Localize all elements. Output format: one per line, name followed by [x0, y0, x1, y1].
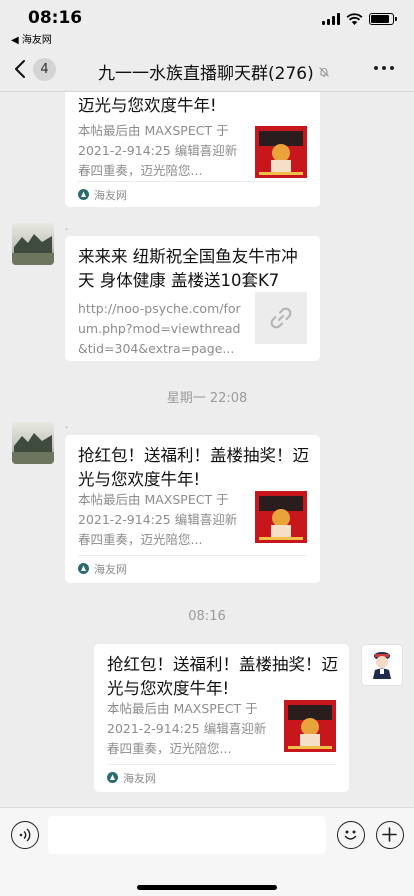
bell-slash-icon	[318, 63, 330, 82]
red-packet-thumbnail	[255, 491, 307, 543]
red-packet-thumbnail	[284, 700, 336, 752]
chat-messages[interactable]: 迈光与您欢度牛年! 本帖最后由 MAXSPECT 于 2021-2-914:25…	[0, 92, 414, 807]
chevron-left-icon[interactable]	[14, 56, 34, 82]
sender-name: .	[65, 418, 69, 431]
unread-count-badge[interactable]: 4	[33, 58, 56, 81]
card-description: http://noo-psyche.com/forum.php?mod=view…	[78, 301, 241, 356]
link-icon	[255, 292, 307, 344]
status-bar: 08:16 ◀ 海友网	[0, 0, 414, 46]
card-title: 抢红包！送福利！盖楼抽奖！迈光与您欢度牛年!	[78, 446, 309, 489]
chat-title: 九一一水族直播聊天群(276)	[98, 64, 314, 84]
source-logo-icon	[78, 563, 89, 574]
card-source: 海友网	[78, 555, 307, 581]
link-card-message[interactable]: 迈光与您欢度牛年! 本帖最后由 MAXSPECT 于 2021-2-914:25…	[65, 92, 320, 207]
link-card-message[interactable]: 来来来 纽斯祝全国鱼友牛市冲天 身体健康 盖楼送10套K7 http://noo…	[65, 236, 320, 361]
plus-icon[interactable]	[376, 821, 404, 849]
timestamp: 星期一 22:08	[166, 391, 248, 406]
source-name: 海友网	[123, 771, 156, 785]
message-input-bar	[0, 807, 414, 896]
status-icons	[322, 13, 397, 25]
card-description: 本帖最后由 MAXSPECT 于 2021-2-914:25 编辑喜迎新春四重奏…	[78, 492, 238, 547]
card-title: 迈光与您欢度牛年!	[78, 96, 217, 115]
link-card-message[interactable]: 抢红包！送福利！盖楼抽奖！迈光与您欢度牛年! 本帖最后由 MAXSPECT 于 …	[94, 644, 349, 792]
link-card-message[interactable]: 抢红包！送福利！盖楼抽奖！迈光与您欢度牛年! 本帖最后由 MAXSPECT 于 …	[65, 435, 320, 583]
card-source: 海友网	[78, 181, 307, 207]
avatar[interactable]	[361, 644, 403, 686]
card-description: 本帖最后由 MAXSPECT 于 2021-2-914:25 编辑喜迎新春四重奏…	[107, 701, 267, 756]
avatar[interactable]	[12, 422, 54, 464]
battery-level	[371, 15, 389, 23]
card-title: 抢红包！送福利！盖楼抽奖！迈光与您欢度牛年!	[107, 655, 338, 698]
card-source: 海友网	[107, 764, 336, 790]
battery-icon	[369, 13, 397, 25]
card-title: 来来来 纽斯祝全国鱼友牛市冲天 身体健康 盖楼送10套K7	[78, 247, 298, 290]
ellipsis-icon[interactable]	[374, 66, 394, 70]
sender-name: .	[65, 220, 69, 233]
message-input[interactable]	[48, 816, 326, 854]
chat-header: 4 九一一水族直播聊天群(276)	[0, 46, 414, 92]
emoji-icon[interactable]	[337, 821, 365, 849]
wifi-icon	[346, 13, 363, 25]
card-description: 本帖最后由 MAXSPECT 于 2021-2-914:25 编辑喜迎新春四重奏…	[78, 123, 238, 178]
home-indicator	[137, 885, 277, 890]
signal-icon	[322, 13, 340, 25]
back-to-app-link[interactable]: ◀ 海友网	[11, 31, 52, 46]
red-packet-thumbnail	[255, 126, 307, 178]
source-logo-icon	[107, 772, 118, 783]
source-name: 海友网	[94, 562, 127, 576]
status-time: 08:16	[28, 8, 83, 28]
voice-icon[interactable]	[11, 821, 39, 849]
source-name: 海友网	[94, 188, 127, 202]
timestamp: 08:16	[188, 609, 226, 624]
avatar[interactable]	[12, 223, 54, 265]
source-logo-icon	[78, 189, 89, 200]
